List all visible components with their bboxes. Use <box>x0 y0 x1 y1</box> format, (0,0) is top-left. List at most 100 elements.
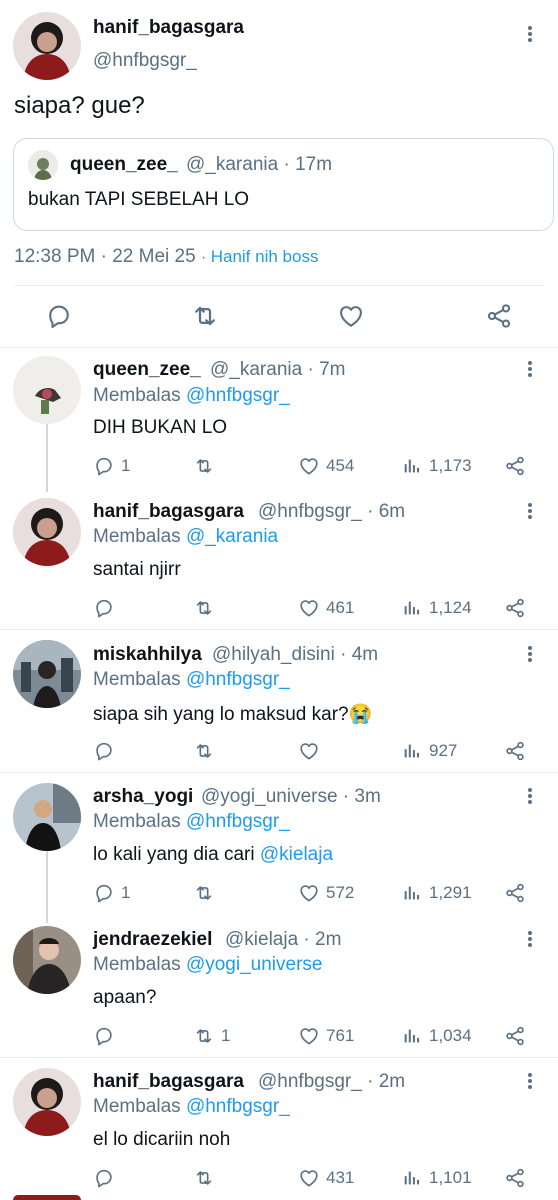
retweet-button[interactable] <box>193 878 221 908</box>
views-button[interactable]: 1,101 <box>401 1163 472 1193</box>
mention-link[interactable]: @kielaja <box>260 844 333 865</box>
replying-to-handle[interactable]: @hnfbgsgr_ <box>186 811 290 832</box>
replying-to: Membalas @hnfbgsgr_ <box>93 1096 290 1118</box>
retweet-button[interactable] <box>193 593 221 623</box>
replying-to-handle[interactable]: @yogi_universe <box>186 954 323 975</box>
display-name[interactable]: jendraezekiel <box>93 929 212 951</box>
display-name[interactable]: hanif_bagasgara <box>93 17 244 39</box>
more-options-icon[interactable] <box>520 358 540 380</box>
like-button[interactable]: 761 <box>298 1021 354 1051</box>
reply-button[interactable]: 1 <box>93 451 130 481</box>
retweet-button[interactable] <box>193 1163 221 1193</box>
like-button[interactable] <box>337 301 365 331</box>
views-button[interactable]: 1,124 <box>401 593 472 623</box>
reply-count: 1 <box>121 456 131 475</box>
reply-button[interactable] <box>45 301 73 331</box>
reply-meta: @hnfbgsgr_ · 2m <box>258 1071 406 1092</box>
views-icon <box>401 455 423 477</box>
avatar[interactable] <box>13 498 81 566</box>
like-icon <box>337 302 365 330</box>
reply-text: santai njirr <box>93 559 181 580</box>
more-options-icon[interactable] <box>520 785 540 807</box>
action-bar: 1 761 1,034 <box>0 1021 558 1051</box>
user-handle[interactable]: @hnfbgsgr_ <box>258 501 362 522</box>
display-name[interactable]: arsha_yogi <box>93 786 193 808</box>
reply-button[interactable]: 1 <box>93 878 130 908</box>
next-avatar-peek <box>13 1195 81 1200</box>
avatar[interactable] <box>13 12 81 80</box>
like-button[interactable]: 454 <box>298 451 354 481</box>
replying-prefix: Membalas <box>93 811 181 832</box>
action-bar: 927 <box>0 736 558 766</box>
replying-to-handle[interactable]: @hnfbgsgr_ <box>186 669 290 690</box>
avatar[interactable] <box>13 356 81 424</box>
display-name[interactable]: miskahhilya <box>93 644 202 666</box>
more-options-icon[interactable] <box>520 23 540 45</box>
replying-to-handle[interactable]: @_karania <box>186 526 278 547</box>
reply-button[interactable] <box>93 593 121 623</box>
like-button[interactable]: 572 <box>298 878 354 908</box>
share-icon <box>504 597 526 619</box>
avatar[interactable] <box>13 783 81 851</box>
share-button[interactable] <box>504 1163 526 1193</box>
retweet-icon <box>190 301 220 331</box>
views-button[interactable]: 927 <box>401 736 457 766</box>
avatar[interactable] <box>13 926 81 994</box>
like-icon <box>298 455 320 477</box>
user-handle[interactable]: @_karania <box>210 359 302 380</box>
reply-button[interactable] <box>93 1021 121 1051</box>
reply-time: 3m <box>354 786 381 807</box>
share-button[interactable] <box>504 878 526 908</box>
reply-button[interactable] <box>93 736 121 766</box>
replying-to: Membalas @_karania <box>93 526 278 548</box>
reply-icon <box>93 597 115 619</box>
retweet-button[interactable]: 1 <box>193 1021 230 1051</box>
reply-time: 2m <box>315 929 342 950</box>
more-options-icon[interactable] <box>520 1070 540 1092</box>
quoted-tweet[interactable]: queen_zee_ @_karania · 17m bukan TAPI SE… <box>13 138 554 231</box>
share-button[interactable] <box>504 593 526 623</box>
display-name[interactable]: queen_zee_ <box>93 359 201 381</box>
divider <box>0 629 558 630</box>
like-button[interactable] <box>298 736 326 766</box>
reply-text: apaan? <box>93 987 157 1008</box>
reply-icon <box>93 740 115 762</box>
retweet-button[interactable] <box>190 301 220 331</box>
tweet-text: siapa? gue? <box>14 92 145 119</box>
action-bar: 1 572 1,291 <box>0 878 558 908</box>
retweet-button[interactable] <box>193 451 221 481</box>
share-button[interactable] <box>485 301 513 331</box>
user-handle[interactable]: @hilyah_disini <box>212 644 335 665</box>
replying-to-handle[interactable]: @hnfbgsgr_ <box>186 1096 290 1117</box>
replying-prefix: Membalas <box>93 1096 181 1117</box>
like-button[interactable]: 431 <box>298 1163 354 1193</box>
share-icon <box>504 882 526 904</box>
views-button[interactable]: 1,034 <box>401 1021 472 1051</box>
avatar[interactable] <box>13 640 81 708</box>
share-icon <box>504 1167 526 1189</box>
user-handle[interactable]: @hnfbgsgr_ <box>258 1071 362 1092</box>
share-icon <box>504 1025 526 1047</box>
share-button[interactable] <box>504 451 526 481</box>
views-button[interactable]: 1,291 <box>401 878 472 908</box>
more-options-icon[interactable] <box>520 500 540 522</box>
retweet-icon <box>193 455 215 477</box>
retweet-button[interactable] <box>193 736 221 766</box>
reply-button[interactable] <box>93 1163 121 1193</box>
more-options-icon[interactable] <box>520 643 540 665</box>
share-button[interactable] <box>504 736 526 766</box>
display-name[interactable]: hanif_bagasgara <box>93 1071 244 1093</box>
user-handle[interactable]: @yogi_universe <box>201 786 338 807</box>
avatar[interactable] <box>13 1068 81 1136</box>
user-handle[interactable]: @hnfbgsgr_ <box>93 50 197 72</box>
more-options-icon[interactable] <box>520 928 540 950</box>
display-name[interactable]: hanif_bagasgara <box>93 501 244 523</box>
user-handle[interactable]: @kielaja <box>225 929 298 950</box>
quote-handle: @_karania <box>186 154 279 175</box>
tweet-source[interactable]: Hanif nih boss <box>211 247 319 266</box>
like-button[interactable]: 461 <box>298 593 354 623</box>
share-button[interactable] <box>504 1021 526 1051</box>
views-button[interactable]: 1,173 <box>401 451 472 481</box>
replying-prefix: Membalas <box>93 526 181 547</box>
replying-to-handle[interactable]: @hnfbgsgr_ <box>186 385 290 406</box>
